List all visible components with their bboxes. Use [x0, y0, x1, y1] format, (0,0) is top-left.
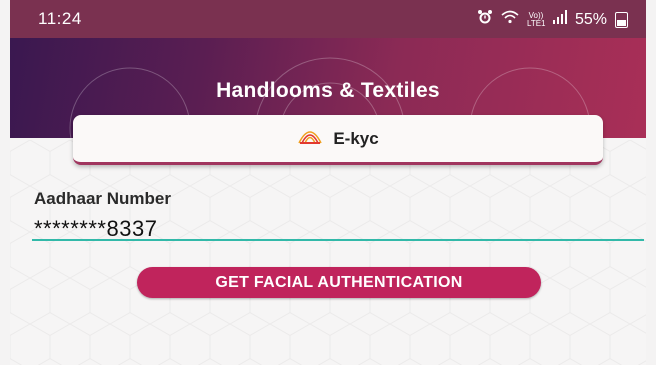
signal-icon: [552, 10, 567, 29]
page-title: Handlooms & Textiles: [216, 79, 440, 102]
background-pattern: [10, 140, 646, 365]
aadhaar-logo-icon: [297, 127, 323, 150]
ekyc-card: E-kyc: [73, 115, 603, 165]
phone-screen: 11:24 Vo)) LTE1 55% Handlooms & Textiles: [10, 0, 646, 365]
aadhaar-input-underline: [32, 239, 644, 241]
alarm-icon: [477, 9, 493, 30]
ekyc-title: E-kyc: [333, 128, 379, 148]
status-icons: Vo)) LTE1 55%: [477, 9, 628, 30]
status-time: 11:24: [38, 9, 82, 28]
battery-percent: 55%: [574, 10, 607, 28]
status-bar: 11:24 Vo)) LTE1 55%: [10, 0, 646, 38]
get-facial-authentication-button[interactable]: GET FACIAL AUTHENTICATION: [137, 267, 541, 298]
battery-icon: [615, 11, 628, 28]
volte-icon: Vo)) LTE1: [526, 10, 546, 28]
wifi-icon: [501, 10, 519, 29]
aadhaar-label: Aadhaar Number: [34, 189, 171, 208]
